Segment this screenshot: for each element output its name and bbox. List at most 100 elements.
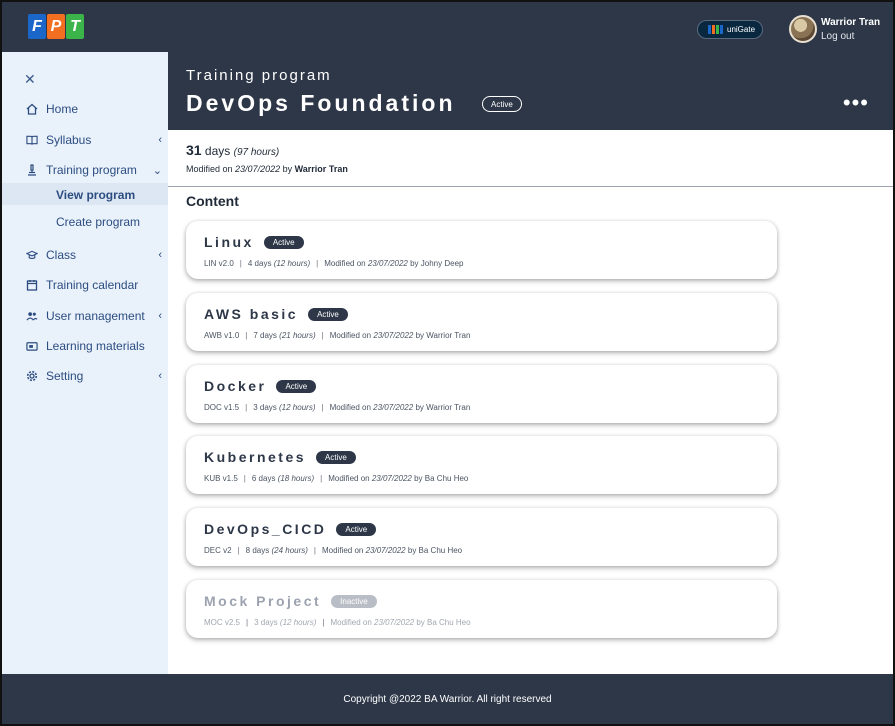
module-card[interactable]: Mock Project Inactive MOC v2.5 | 3 days (12… <box>186 580 777 638</box>
module-modified-prefix: Modified on <box>324 259 366 268</box>
module-card[interactable]: DevOps_CICD Active DEC v2 | 8 days (24 hour… <box>186 508 777 566</box>
module-hours: (18 hours) <box>277 474 315 483</box>
sidebar-item-label: User management <box>46 309 145 323</box>
logo-letter-t: T <box>66 14 84 39</box>
module-hours: (24 hours) <box>271 546 308 555</box>
unigate-label: uniGate <box>727 25 756 34</box>
program-summary: 31 days (97 hours) Modified on 23/07/202… <box>186 142 348 174</box>
sidebar-item-user-management[interactable]: User management ‹ <box>26 309 162 323</box>
gear-icon <box>26 370 38 382</box>
sidebar-item-training-program[interactable]: Training program ⌄ <box>26 163 162 177</box>
module-card[interactable]: Kubernetes Active KUB v1.5 | 6 days (18 hou… <box>186 436 777 494</box>
status-badge: Active <box>276 379 317 393</box>
module-days: 3 days <box>254 618 278 627</box>
sidebar-item-setting[interactable]: Setting ‹ <box>26 369 162 383</box>
module-card[interactable]: AWS basic Active AWB v1.0 | 7 days (21 hour… <box>186 293 777 351</box>
users-icon <box>26 310 38 322</box>
module-hours: (21 hours) <box>279 331 316 340</box>
module-days: 7 days <box>253 331 277 340</box>
graduation-cap-icon <box>26 249 38 261</box>
unigate-button[interactable]: uniGate <box>697 20 763 39</box>
module-hours: (12 hours) <box>279 403 316 412</box>
module-name: Mock Project <box>204 593 322 609</box>
sidebar-item-learning-materials[interactable]: Learning materials <box>26 339 162 353</box>
header-eyebrow: Training program <box>186 67 332 84</box>
status-badge: Active <box>336 522 377 536</box>
module-days: 3 days <box>253 403 277 412</box>
module-code: LIN v2.0 <box>204 259 234 268</box>
more-options-icon[interactable]: ••• <box>843 92 869 114</box>
chevron-left-icon: ‹ <box>158 370 162 382</box>
divider <box>168 186 893 187</box>
sidebar: ✕ Home Syllabus ‹ Training program ⌄ Vie… <box>2 52 168 674</box>
by-word: by <box>282 164 293 174</box>
module-name: AWS basic <box>204 306 299 322</box>
module-modified-prefix: Modified on <box>329 331 372 340</box>
module-card[interactable]: Linux Active LIN v2.0 | 4 days (12 hours) | M… <box>186 221 777 279</box>
module-name: DevOps_CICD <box>204 521 327 537</box>
modified-prefix: Modified on <box>186 164 233 174</box>
close-icon[interactable]: ✕ <box>24 71 36 88</box>
calendar-icon <box>26 279 38 291</box>
status-badge: Active <box>316 450 356 464</box>
module-author: by Ba Chu Heo <box>414 474 469 483</box>
sidebar-item-training-calendar[interactable]: Training calendar <box>26 278 162 292</box>
module-name: Linux <box>204 234 254 250</box>
modified-date: 23/07/2022 <box>235 164 281 174</box>
chevron-left-icon: ‹ <box>158 134 162 146</box>
page-title: DevOps Foundation <box>186 90 456 116</box>
content-heading: Content <box>186 193 239 209</box>
status-badge: Active <box>482 96 522 112</box>
module-hours: (12 hours) <box>273 259 311 268</box>
sidebar-item-label: Setting <box>46 369 84 383</box>
module-days: 4 days <box>247 259 272 268</box>
module-date: 23/07/2022 <box>374 618 415 627</box>
footer: Copyright @2022 BA Warrior. All right re… <box>2 674 893 724</box>
sidebar-item-label: Learning materials <box>46 339 145 353</box>
module-modified-prefix: Modified on <box>322 546 364 555</box>
chevron-down-icon: ⌄ <box>152 164 162 177</box>
module-code: KUB v1.5 <box>204 474 238 483</box>
module-date: 23/07/2022 <box>367 259 408 268</box>
sidebar-item-label: Syllabus <box>46 133 92 147</box>
sidebar-item-home[interactable]: Home <box>26 102 162 116</box>
module-date: 23/07/2022 <box>373 331 414 340</box>
top-bar: F P T uniGate Warrior Tran Log out <box>2 2 893 52</box>
days-count: 31 <box>186 142 202 158</box>
sidebar-item-class[interactable]: Class ‹ <box>26 248 162 262</box>
book-icon <box>26 134 38 146</box>
module-days: 8 days <box>245 546 270 555</box>
chevron-left-icon: ‹ <box>158 310 162 322</box>
module-days: 6 days <box>251 474 276 483</box>
status-badge: Active <box>263 235 304 249</box>
subitem-view-program[interactable]: View program <box>56 188 135 202</box>
status-badge: Inactive <box>331 594 377 608</box>
module-name: Kubernetes <box>204 449 307 465</box>
sidebar-item-syllabus[interactable]: Syllabus ‹ <box>26 133 162 147</box>
chevron-left-icon: ‹ <box>158 249 162 261</box>
sidebar-item-label: Training program <box>46 163 137 177</box>
module-name: Docker <box>204 378 267 394</box>
module-author: by Ba Chu Heo <box>416 618 471 627</box>
module-date: 23/07/2022 <box>373 403 414 412</box>
module-card[interactable]: Docker Active DOC v1.5 | 3 days (12 hours) |… <box>186 365 777 423</box>
user-info: Warrior Tran Log out <box>821 17 880 42</box>
module-modified-prefix: Modified on <box>330 618 372 627</box>
logout-link[interactable]: Log out <box>821 31 880 42</box>
module-author: by Warrior Tran <box>415 403 471 412</box>
module-code: AWB v1.0 <box>204 331 240 340</box>
module-code: DOC v1.5 <box>204 403 240 412</box>
module-author: by Warrior Tran <box>415 331 471 340</box>
module-hours: (12 hours) <box>279 618 317 627</box>
home-icon <box>26 103 38 115</box>
module-author: by Johny Deep <box>410 259 464 268</box>
unigate-logo-icon <box>708 25 723 34</box>
subitem-create-program[interactable]: Create program <box>56 215 140 229</box>
folder-icon <box>26 340 38 352</box>
sidebar-item-label: Training calendar <box>46 278 139 292</box>
copyright-text: Copyright @2022 BA Warrior. All right re… <box>343 693 552 705</box>
fpt-logo[interactable]: F P T <box>28 14 84 39</box>
logo-letter-f: F <box>28 14 46 39</box>
avatar[interactable] <box>789 15 817 43</box>
status-badge: Active <box>308 307 348 321</box>
